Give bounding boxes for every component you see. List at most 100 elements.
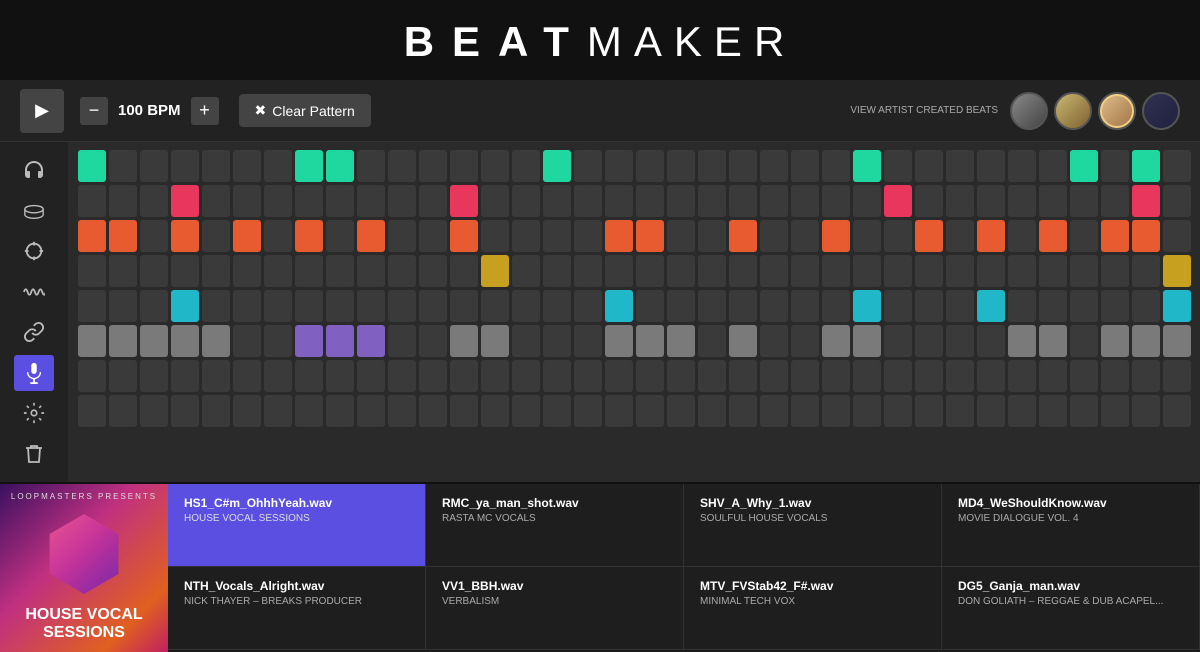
grid-cell[interactable] [884,220,912,252]
grid-cell[interactable] [1039,185,1067,217]
grid-cell[interactable] [1101,185,1129,217]
grid-cell[interactable] [636,255,664,287]
grid-cell[interactable] [729,150,757,182]
grid-cell[interactable] [171,220,199,252]
grid-cell[interactable] [78,395,106,427]
grid-cell[interactable] [884,290,912,322]
grid-cell[interactable] [1039,325,1067,357]
grid-cell[interactable] [1070,325,1098,357]
grid-cell[interactable] [295,325,323,357]
grid-cell[interactable] [78,220,106,252]
play-button[interactable]: ▶ [20,89,64,133]
grid-cell[interactable] [202,185,230,217]
grid-cell[interactable] [171,255,199,287]
grid-cell[interactable] [233,325,261,357]
grid-cell[interactable] [605,220,633,252]
track-item[interactable]: SHV_A_Why_1.wavSOULFUL HOUSE VOCALS [684,484,942,567]
track-item[interactable]: HS1_C#m_OhhhYeah.wavHOUSE VOCAL SESSIONS [168,484,426,567]
grid-cell[interactable] [357,150,385,182]
grid-cell[interactable] [481,290,509,322]
grid-cell[interactable] [295,290,323,322]
grid-cell[interactable] [543,185,571,217]
grid-cell[interactable] [543,360,571,392]
grid-cell[interactable] [574,325,602,357]
grid-cell[interactable] [357,360,385,392]
grid-cell[interactable] [853,220,881,252]
artist-avatar-4[interactable] [1142,92,1180,130]
grid-cell[interactable] [605,360,633,392]
grid-cell[interactable] [977,325,1005,357]
grid-cell[interactable] [636,360,664,392]
grid-cell[interactable] [822,185,850,217]
grid-cell[interactable] [140,150,168,182]
grid-cell[interactable] [326,255,354,287]
grid-cell[interactable] [326,220,354,252]
grid-cell[interactable] [1163,290,1191,322]
grid-cell[interactable] [791,220,819,252]
grid-cell[interactable] [636,325,664,357]
grid-cell[interactable] [915,360,943,392]
track-item[interactable]: MTV_FVStab42_F#.wavMINIMAL TECH VOX [684,567,942,650]
grid-cell[interactable] [388,325,416,357]
grid-cell[interactable] [481,395,509,427]
grid-cell[interactable] [667,220,695,252]
grid-cell[interactable] [946,150,974,182]
grid-cell[interactable] [264,325,292,357]
grid-cell[interactable] [915,150,943,182]
grid-cell[interactable] [1070,395,1098,427]
grid-cell[interactable] [853,255,881,287]
grid-cell[interactable] [512,220,540,252]
grid-cell[interactable] [915,395,943,427]
grid-cell[interactable] [481,255,509,287]
grid-cell[interactable] [605,290,633,322]
grid-cell[interactable] [109,220,137,252]
grid-cell[interactable] [388,150,416,182]
grid-cell[interactable] [977,150,1005,182]
grid-cell[interactable] [729,255,757,287]
grid-cell[interactable] [791,150,819,182]
grid-cell[interactable] [326,185,354,217]
grid-cell[interactable] [140,290,168,322]
grid-cell[interactable] [388,185,416,217]
grid-cell[interactable] [171,325,199,357]
artist-avatar-2[interactable] [1054,92,1092,130]
grid-cell[interactable] [264,290,292,322]
grid-cell[interactable] [171,150,199,182]
grid-cell[interactable] [1070,360,1098,392]
grid-cell[interactable] [915,255,943,287]
grid-cell[interactable] [512,325,540,357]
grid-cell[interactable] [295,220,323,252]
grid-cell[interactable] [946,395,974,427]
track-item[interactable]: DG5_Ganja_man.wavDON GOLIATH – REGGAE & … [942,567,1200,650]
grid-cell[interactable] [357,255,385,287]
grid-cell[interactable] [884,325,912,357]
grid-cell[interactable] [481,360,509,392]
grid-cell[interactable] [1039,220,1067,252]
grid-cell[interactable] [822,325,850,357]
grid-cell[interactable] [326,395,354,427]
grid-cell[interactable] [543,255,571,287]
grid-cell[interactable] [853,150,881,182]
grid-cell[interactable] [791,395,819,427]
grid-cell[interactable] [388,360,416,392]
sidebar-icon-crosshair[interactable] [14,233,54,269]
grid-cell[interactable] [78,360,106,392]
grid-cell[interactable] [512,360,540,392]
grid-cell[interactable] [574,290,602,322]
bpm-plus-button[interactable]: + [191,97,219,125]
grid-cell[interactable] [1163,220,1191,252]
grid-cell[interactable] [512,185,540,217]
grid-cell[interactable] [109,325,137,357]
grid-cell[interactable] [1039,360,1067,392]
grid-cell[interactable] [295,185,323,217]
grid-cell[interactable] [574,360,602,392]
grid-cell[interactable] [202,325,230,357]
grid-cell[interactable] [946,360,974,392]
grid-cell[interactable] [946,185,974,217]
grid-cell[interactable] [1132,255,1160,287]
grid-cell[interactable] [481,220,509,252]
grid-cell[interactable] [450,395,478,427]
grid-cell[interactable] [264,220,292,252]
grid-cell[interactable] [1039,255,1067,287]
grid-cell[interactable] [326,150,354,182]
